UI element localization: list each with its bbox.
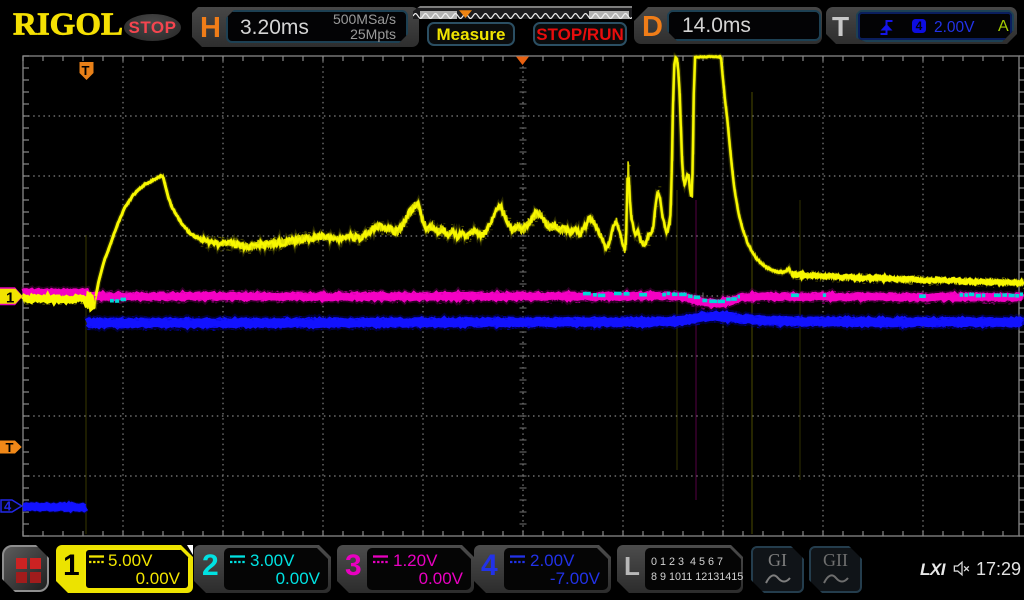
svg-text:4: 4 — [4, 499, 12, 514]
svg-text:T: T — [6, 440, 14, 455]
svg-text:1: 1 — [6, 290, 14, 307]
svg-text:T: T — [82, 63, 90, 78]
